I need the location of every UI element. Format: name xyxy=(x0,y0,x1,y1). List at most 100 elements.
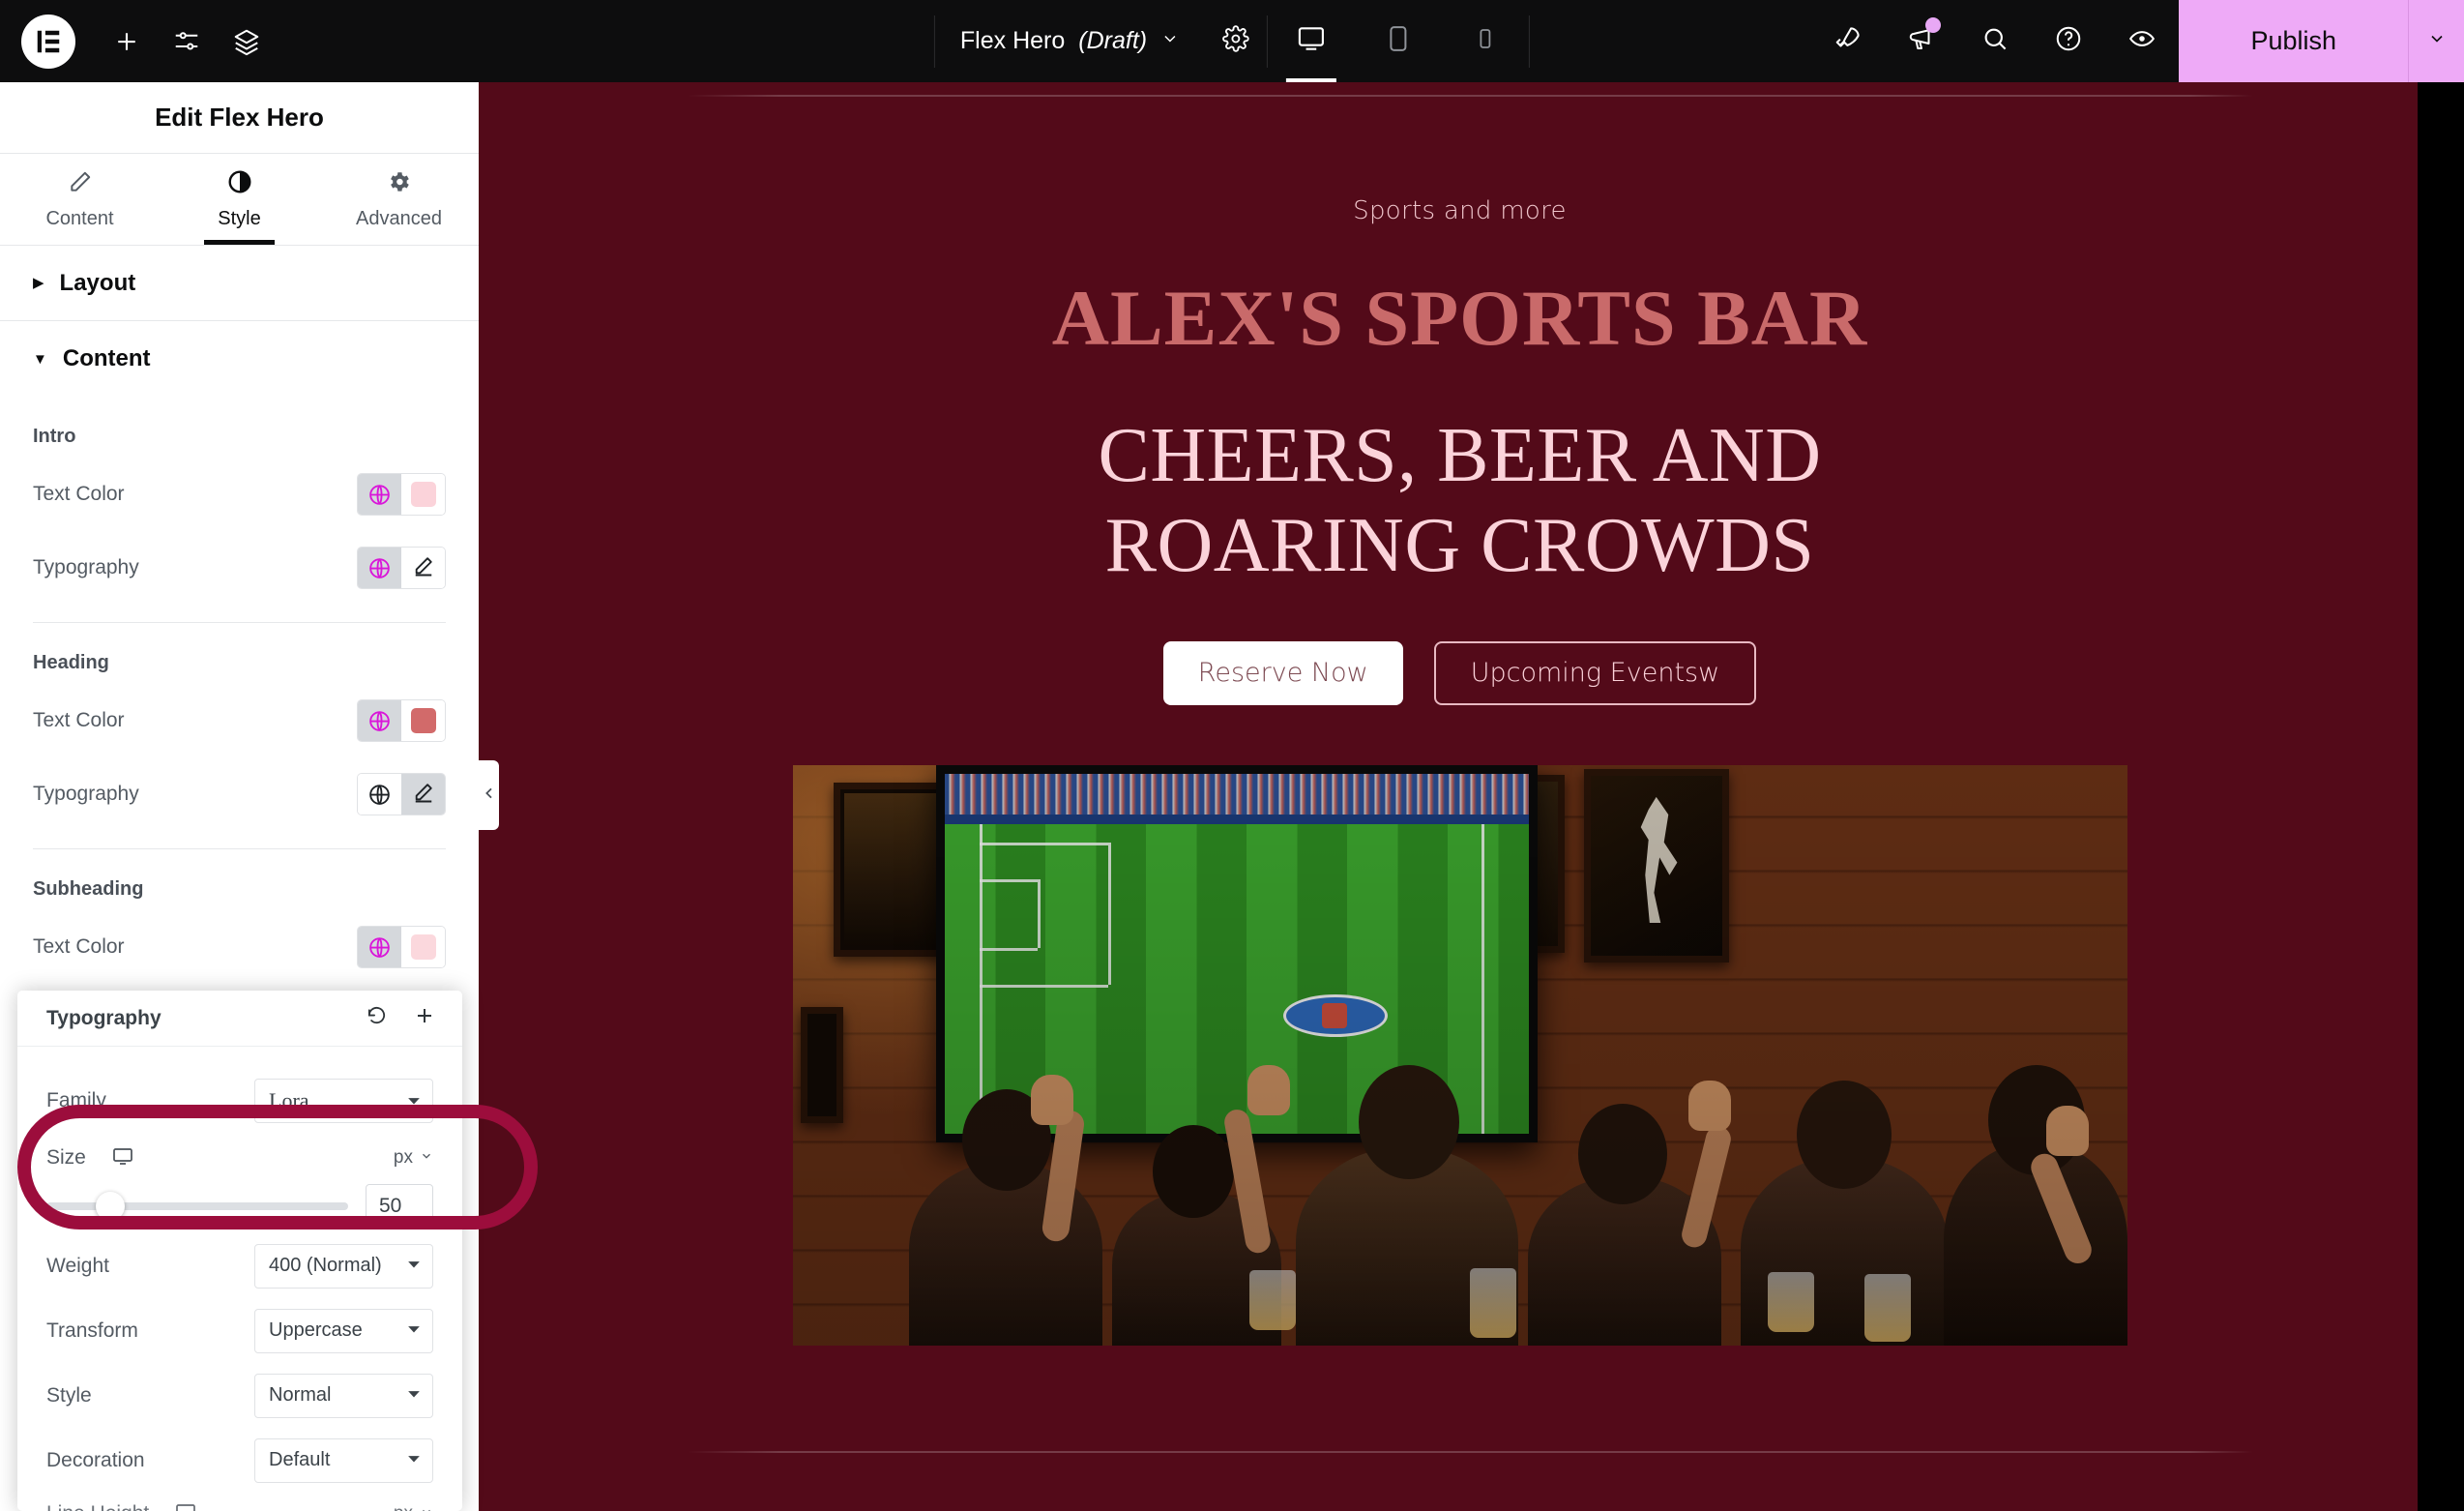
line-height-label: Line Height xyxy=(46,1502,149,1511)
text-decoration-value: Default xyxy=(269,1449,331,1470)
size-slider-handle[interactable] xyxy=(95,1192,125,1221)
group-label-heading: Heading xyxy=(33,652,109,673)
field-label: Family xyxy=(46,1088,106,1111)
color-swatch-button[interactable] xyxy=(401,700,445,741)
control-intro-text-color: Text Color xyxy=(33,458,446,531)
page-settings-button[interactable] xyxy=(1205,0,1267,82)
reset-button[interactable] xyxy=(356,998,396,1038)
typography-field-decoration: Decoration Default xyxy=(46,1428,433,1493)
pencil-icon xyxy=(413,555,434,581)
divider xyxy=(1529,15,1531,68)
upcoming-events-button[interactable]: Upcoming Eventsw xyxy=(1433,640,1757,705)
globe-icon[interactable] xyxy=(358,474,401,515)
field-label: Style xyxy=(46,1383,92,1407)
sliders-icon[interactable] xyxy=(157,12,217,72)
editor-top-bar: Flex Hero (Draft) Publish xyxy=(0,0,2464,82)
chevron-down-icon xyxy=(420,1147,433,1169)
publish-button[interactable]: Publish xyxy=(2179,0,2408,82)
typography-popover-actions xyxy=(356,998,445,1038)
image-overlay xyxy=(792,764,2127,1346)
document-title-dropdown[interactable]: Flex Hero (Draft) xyxy=(935,0,1205,82)
font-style-select[interactable]: Normal xyxy=(254,1373,433,1418)
size-unit-selector[interactable]: px xyxy=(394,1147,433,1169)
hero-section[interactable]: Sports and more ALEX'S SPORTS BAR CHEERS… xyxy=(479,82,2441,1346)
plus-icon xyxy=(413,1004,436,1032)
chevron-down-icon xyxy=(2427,29,2447,53)
pencil-icon xyxy=(413,782,434,808)
globe-icon[interactable] xyxy=(358,927,401,967)
plus-icon[interactable] xyxy=(97,12,157,72)
font-weight-select[interactable]: 400 (Normal) xyxy=(254,1243,433,1289)
text-decoration-select[interactable]: Default xyxy=(254,1437,433,1483)
caret-right-icon: ▶ xyxy=(33,275,44,291)
text-transform-select[interactable]: Uppercase xyxy=(254,1308,433,1353)
document-state: (Draft) xyxy=(1078,27,1148,54)
control-label: Typography xyxy=(33,556,139,578)
field-label: Weight xyxy=(46,1254,109,1277)
size-input[interactable]: 50 xyxy=(366,1184,433,1229)
monitor-icon[interactable] xyxy=(174,1500,197,1511)
typography-popover-header: Typography xyxy=(17,991,462,1047)
device-tablet-button[interactable] xyxy=(1355,0,1442,82)
tablet-icon xyxy=(1384,24,1413,58)
device-mobile-button[interactable] xyxy=(1442,0,1529,82)
font-style-value: Normal xyxy=(269,1384,332,1406)
tab-advanced[interactable]: Advanced xyxy=(319,154,479,245)
editor-canvas-preview[interactable]: Sports and more ALEX'S SPORTS BAR CHEERS… xyxy=(479,82,2441,1511)
page-title: Edit Flex Hero xyxy=(155,103,324,132)
globe-icon[interactable] xyxy=(358,548,401,588)
whats-new-button[interactable] xyxy=(1885,0,1958,82)
tab-advanced-label: Advanced xyxy=(356,207,442,229)
field-label: Transform xyxy=(46,1318,138,1342)
typography-popover-title: Typography xyxy=(46,1006,161,1029)
document-title: Flex Hero xyxy=(959,27,1066,54)
tab-content[interactable]: Content xyxy=(0,154,160,245)
tab-content-label: Content xyxy=(45,207,114,229)
typography-field-weight: Weight 400 (Normal) xyxy=(46,1233,433,1298)
hero-image[interactable] xyxy=(792,764,2127,1346)
launchpad-button[interactable] xyxy=(1811,0,1885,82)
edit-typography-button[interactable] xyxy=(401,774,445,815)
control-label: Typography xyxy=(33,783,139,805)
line-height-unit-value: px xyxy=(394,1503,413,1511)
device-desktop-button[interactable] xyxy=(1268,0,1355,82)
edit-typography-button[interactable] xyxy=(401,548,445,588)
size-label: Size xyxy=(46,1146,86,1169)
line-height-unit-selector[interactable]: px xyxy=(394,1503,433,1511)
hero-subheading-line-1: CHEERS, BEER AND xyxy=(1098,413,1822,498)
panel-collapse-handle[interactable] xyxy=(479,760,499,830)
top-bar-left-tools xyxy=(0,12,277,72)
control-subheading-text-color: Text Color xyxy=(33,910,446,984)
control-heading-typography: Typography xyxy=(33,757,446,831)
panel-header: Edit Flex Hero xyxy=(0,82,479,154)
help-button[interactable] xyxy=(2032,0,2105,82)
swatch xyxy=(410,708,436,733)
size-unit-value: px xyxy=(393,1147,413,1168)
notification-badge xyxy=(1925,17,1942,33)
color-swatch-button[interactable] xyxy=(401,474,445,515)
section-layout[interactable]: ▶ Layout xyxy=(0,246,479,321)
field-label: Decoration xyxy=(46,1448,145,1471)
color-swatch-button[interactable] xyxy=(401,927,445,967)
typography-field-transform: Transform Uppercase xyxy=(46,1298,433,1363)
hero-button-row: Reserve Now Upcoming Eventsw xyxy=(479,640,2441,705)
size-slider[interactable] xyxy=(46,1192,348,1221)
add-button[interactable] xyxy=(404,998,445,1038)
caret-down-icon xyxy=(407,1088,421,1113)
preview-button[interactable] xyxy=(2105,0,2179,82)
tab-style[interactable]: Style xyxy=(160,154,319,245)
swatch xyxy=(410,934,436,960)
group-label-subheading: Subheading xyxy=(33,878,144,900)
chevron-down-icon xyxy=(1160,27,1180,55)
publish-options-button[interactable] xyxy=(2408,0,2464,82)
monitor-icon[interactable] xyxy=(111,1144,134,1172)
rocket-icon xyxy=(1833,24,1863,58)
finder-button[interactable] xyxy=(1958,0,2032,82)
reserve-now-button[interactable]: Reserve Now xyxy=(1162,640,1403,705)
section-content[interactable]: ▼ Content xyxy=(0,321,479,397)
elementor-logo-icon[interactable] xyxy=(21,14,75,69)
layers-icon[interactable] xyxy=(217,12,277,72)
font-family-select[interactable]: Lora xyxy=(254,1078,433,1123)
globe-icon[interactable] xyxy=(358,774,401,815)
globe-icon[interactable] xyxy=(358,700,401,741)
